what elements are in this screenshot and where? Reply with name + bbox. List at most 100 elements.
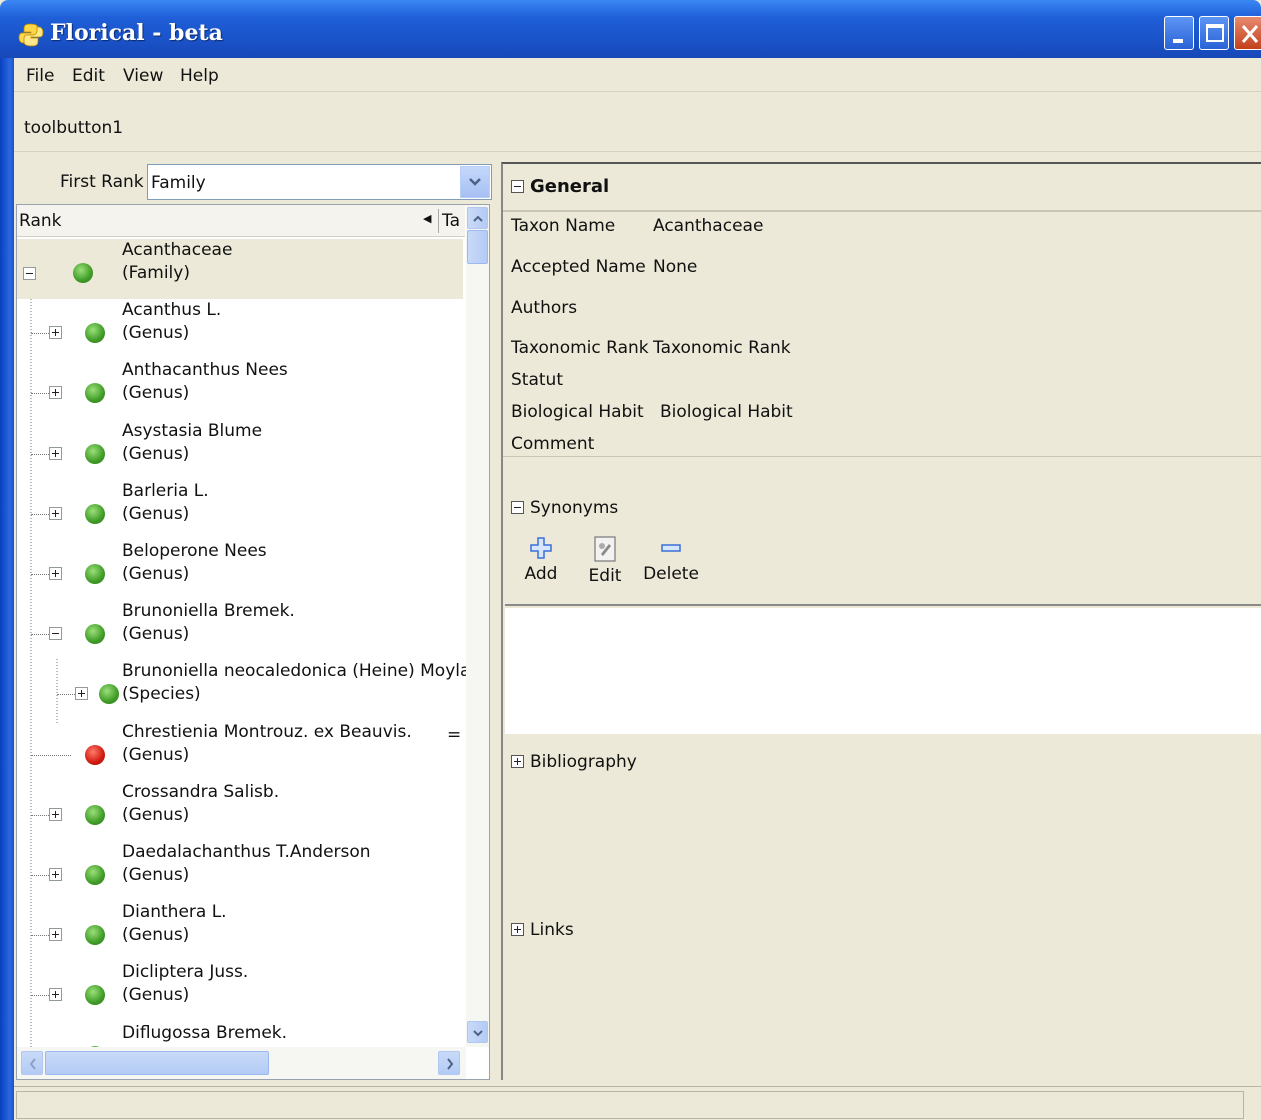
scroll-up-button[interactable] bbox=[467, 207, 488, 229]
status-bar-field bbox=[16, 1091, 1244, 1119]
title-bar: Florical - beta bbox=[0, 0, 1261, 58]
general-section-header[interactable]: General bbox=[511, 176, 609, 197]
minimize-button[interactable] bbox=[1164, 16, 1194, 50]
tree-row[interactable]: Acanthus L. (Genus) bbox=[17, 299, 463, 359]
collapse-icon[interactable] bbox=[23, 267, 36, 280]
taxon-rank: (Genus) bbox=[122, 925, 190, 946]
menu-help[interactable]: Help bbox=[180, 66, 219, 86]
taxon-label: Acanthaceae (Family) bbox=[122, 239, 232, 285]
tree-row[interactable]: Beloperone Nees (Genus) bbox=[17, 540, 463, 600]
menu-edit[interactable]: Edit bbox=[72, 66, 105, 86]
scroll-left-button[interactable] bbox=[21, 1051, 43, 1075]
expand-icon[interactable] bbox=[75, 687, 88, 701]
biological-habit-value[interactable]: Biological Habit bbox=[660, 402, 793, 422]
tree-row[interactable]: Barleria L. (Genus) bbox=[17, 480, 463, 540]
taxon-name: Dicliptera Juss. bbox=[122, 962, 249, 983]
vertical-scrollbar[interactable] bbox=[466, 205, 489, 1047]
tree-branch-line bbox=[31, 574, 49, 575]
expand-icon[interactable] bbox=[49, 988, 62, 1002]
tree-branch-line bbox=[31, 814, 49, 816]
close-button[interactable] bbox=[1234, 16, 1261, 50]
taxonomic-rank-value[interactable]: Taxonomic Rank bbox=[653, 338, 791, 358]
synonyms-section-header[interactable]: Synonyms bbox=[511, 498, 618, 518]
window-title: Florical - beta bbox=[50, 20, 223, 46]
tree-row[interactable]: Brunoniella neocaledonica (Heine) Moylan… bbox=[17, 660, 481, 720]
expand-icon[interactable] bbox=[49, 326, 62, 340]
tree-row[interactable]: Crossandra Salisb. (Genus) bbox=[17, 781, 463, 841]
expand-icon[interactable] bbox=[49, 386, 62, 400]
scroll-right-button[interactable] bbox=[438, 1051, 460, 1075]
accepted-name-value[interactable]: None bbox=[653, 257, 697, 277]
chevron-down-icon bbox=[473, 1030, 483, 1037]
biological-habit-label: Biological Habit bbox=[511, 402, 644, 422]
expand-icon[interactable] bbox=[511, 923, 524, 936]
chevron-right-icon bbox=[447, 1058, 454, 1070]
expand-icon[interactable] bbox=[49, 928, 62, 942]
add-synonym-button[interactable]: Add bbox=[521, 536, 561, 584]
collapse-icon[interactable] bbox=[49, 627, 62, 641]
tree-row[interactable]: Brunoniella Bremek. (Genus) bbox=[17, 600, 463, 660]
general-bottom-separator bbox=[503, 456, 1261, 457]
expand-icon[interactable] bbox=[49, 567, 62, 580]
tree-row[interactable]: Dicliptera Juss. (Genus) bbox=[17, 961, 463, 1021]
accepted-name-label: Accepted Name bbox=[511, 257, 646, 277]
taxon-name: Chrestienia Montrouz. ex Beauvis. bbox=[122, 721, 412, 742]
first-rank-dropdown-button[interactable] bbox=[460, 166, 490, 198]
links-section-header[interactable]: Links bbox=[511, 920, 574, 940]
ok-status-icon bbox=[85, 564, 105, 584]
expand-icon[interactable] bbox=[49, 446, 62, 460]
tree-row[interactable]: Chrestienia Montrouz. ex Beauvis. (Genus)… bbox=[17, 721, 463, 781]
tree-branch-line bbox=[31, 634, 49, 636]
taxon-name: Beloperone Nees bbox=[122, 541, 267, 561]
collapse-icon[interactable] bbox=[511, 180, 524, 193]
taxon-rank: (Genus) bbox=[122, 624, 190, 645]
menu-file[interactable]: File bbox=[26, 66, 54, 86]
general-heading: General bbox=[530, 176, 610, 197]
taxon-label: Asystasia Blume (Genus) bbox=[122, 420, 262, 466]
vertical-scroll-thumb[interactable] bbox=[467, 230, 488, 264]
maximize-button[interactable] bbox=[1199, 16, 1229, 50]
expand-icon[interactable] bbox=[49, 506, 62, 520]
edit-label: Edit bbox=[588, 566, 622, 586]
taxon-tree[interactable]: Rank ◀ Ta Acanthaceae (Family) Acanthus L.… bbox=[16, 204, 490, 1080]
menu-view[interactable]: View bbox=[123, 66, 163, 86]
taxon-label: Brunoniella neocaledonica (Heine) Moylan… bbox=[122, 660, 481, 706]
taxon-label: Daedalachanthus T.Anderson (Genus) bbox=[122, 841, 371, 887]
synonyms-list[interactable] bbox=[505, 608, 1261, 734]
ok-status-icon bbox=[99, 684, 119, 705]
tree-row[interactable]: Dianthera L. (Genus) bbox=[17, 901, 463, 961]
toolbutton1[interactable]: toolbutton1 bbox=[24, 118, 123, 138]
tree-row[interactable]: Acanthaceae (Family) bbox=[17, 239, 463, 299]
bibliography-heading: Bibliography bbox=[530, 752, 637, 772]
taxon-name: Brunoniella Bremek. bbox=[122, 601, 295, 622]
tree-branch-line bbox=[57, 694, 75, 696]
expand-icon[interactable] bbox=[49, 868, 62, 881]
horizontal-scroll-thumb[interactable] bbox=[45, 1051, 269, 1075]
tree-row[interactable]: Asystasia Blume (Genus) bbox=[17, 420, 463, 480]
maximize-icon bbox=[1206, 24, 1224, 42]
taxon-detail-pane: General Taxon Name Acanthaceae Accepted … bbox=[501, 162, 1261, 1080]
horizontal-scrollbar[interactable] bbox=[17, 1047, 466, 1079]
tree-row[interactable]: Daedalachanthus T.Anderson (Genus) bbox=[17, 841, 463, 901]
error-status-icon bbox=[85, 744, 105, 765]
taxon-name: Dianthera L. bbox=[122, 902, 227, 923]
chevron-left-icon bbox=[29, 1058, 36, 1070]
expand-icon[interactable] bbox=[49, 807, 62, 821]
first-rank-value: Family bbox=[151, 173, 206, 193]
first-rank-label: First Rank bbox=[60, 172, 144, 192]
scroll-down-button[interactable] bbox=[467, 1021, 488, 1043]
collapse-icon[interactable] bbox=[511, 501, 524, 514]
taxon-tree-pane: First Rank Family Rank ◀ Ta Acanthaceae(… bbox=[14, 158, 494, 1080]
expand-icon[interactable] bbox=[511, 755, 524, 768]
taxon-rank: (Genus) bbox=[122, 564, 190, 584]
ok-status-icon bbox=[85, 443, 105, 464]
edit-synonym-button[interactable]: Edit bbox=[585, 536, 625, 586]
delete-synonym-button[interactable]: Delete bbox=[641, 536, 701, 584]
taxon-rank: (Species) bbox=[122, 684, 201, 705]
bibliography-section-header[interactable]: Bibliography bbox=[511, 752, 637, 772]
taxon-name: Diflugossa Bremek. bbox=[122, 1022, 288, 1043]
first-rank-combo[interactable]: Family bbox=[147, 164, 492, 200]
tree-row[interactable]: Anthacanthus Nees (Genus) bbox=[17, 359, 463, 419]
taxon-name: Daedalachanthus T.Anderson bbox=[122, 842, 371, 862]
taxon-name-value[interactable]: Acanthaceae bbox=[653, 216, 763, 236]
